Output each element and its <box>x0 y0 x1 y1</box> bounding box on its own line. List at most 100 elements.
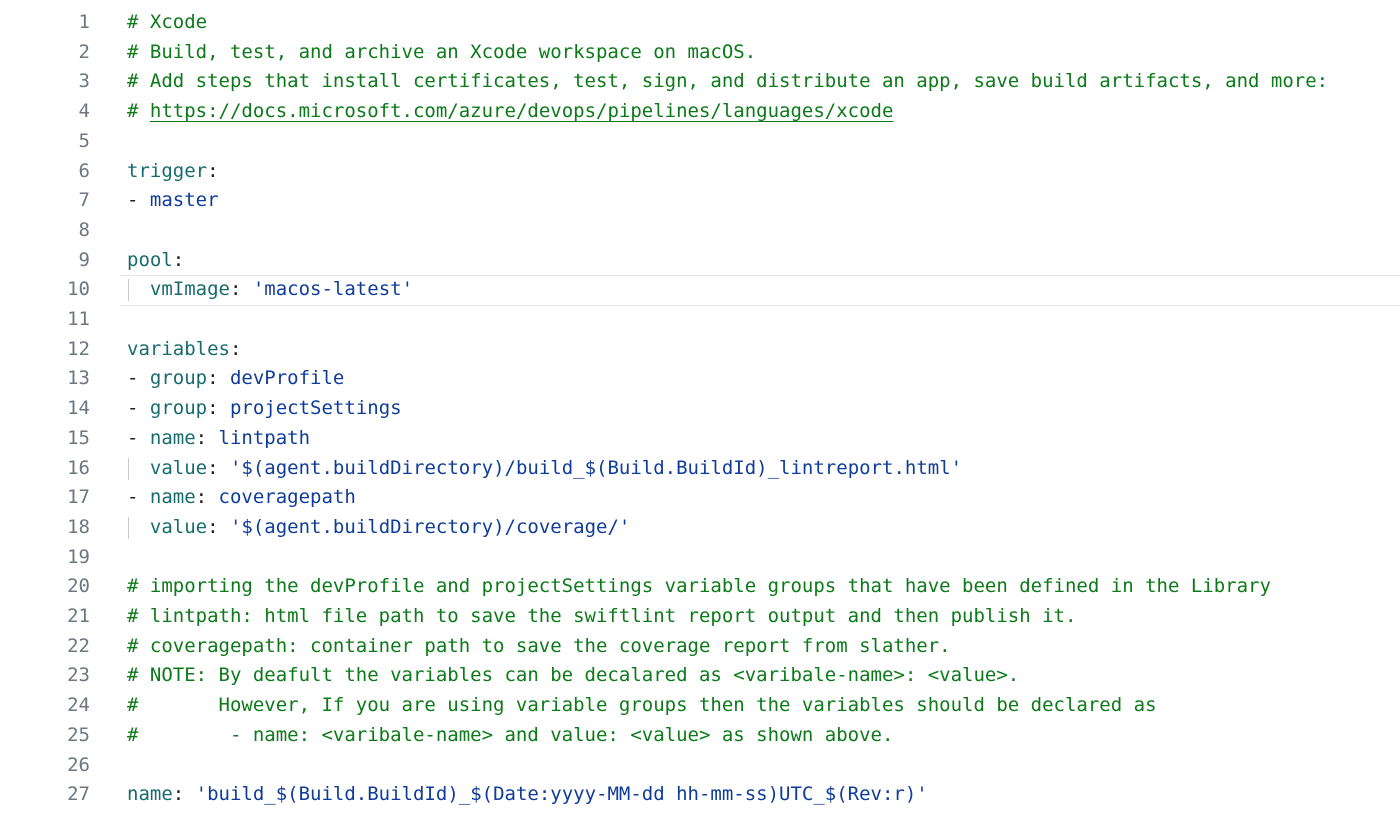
code-text[interactable]: # https://docs.microsoft.com/azure/devop… <box>127 97 893 127</box>
code-punctuation: - <box>127 426 150 449</box>
code-line[interactable]: 10 vmImage: 'macos-latest' <box>0 275 1400 307</box>
code-line[interactable]: 16 value: '$(agent.buildDirectory)/build… <box>0 454 1400 484</box>
code-punctuation: : <box>229 278 253 301</box>
code-line[interactable]: 14 - group: projectSettings <box>0 394 1400 424</box>
code-key: name <box>149 426 196 449</box>
code-text[interactable]: # Add steps that install certificates, t… <box>127 67 1328 97</box>
line-number: 17 <box>67 486 90 509</box>
code-comment: # <box>127 100 150 123</box>
code-text[interactable]: - group: devProfile <box>127 364 344 394</box>
line-number: 4 <box>78 100 90 123</box>
code-line[interactable]: 27 name: 'build_$(Build.BuildId)_$(Date:y… <box>0 780 1400 810</box>
line-number: 6 <box>78 159 90 182</box>
code-punctuation: - <box>127 397 150 420</box>
code-value: '$(agent.buildDirectory)/coverage/' <box>229 515 631 538</box>
code-line[interactable]: 18 value: '$(agent.buildDirectory)/cover… <box>0 513 1400 543</box>
code-comment: # NOTE: By deafult the variables can be … <box>127 664 1020 687</box>
code-link[interactable]: https://docs.microsoft.com/azure/devops/… <box>150 100 894 122</box>
code-line[interactable]: 7 - master <box>0 186 1400 216</box>
code-text[interactable]: # - name: <varibale-name> and value: <va… <box>127 721 893 751</box>
line-number: 15 <box>67 426 90 449</box>
code-comment: # - name: <varibale-name> and value: <va… <box>127 723 894 746</box>
code-editor[interactable]: 1 # Xcode 2 # Build, test, and archive an X… <box>0 0 1400 818</box>
code-key: group <box>149 397 208 420</box>
code-text[interactable]: pool: <box>127 246 184 276</box>
code-line[interactable]: 2 # Build, test, and archive an Xcode wor… <box>0 38 1400 68</box>
code-key: variables <box>127 337 230 360</box>
code-text[interactable]: value: '$(agent.buildDirectory)/build_$(… <box>127 454 962 484</box>
code-punctuation: : <box>172 783 196 806</box>
code-value: lintpath <box>218 426 311 449</box>
code-text[interactable]: # importing the devProfile and projectSe… <box>127 572 1271 602</box>
code-line[interactable]: 21 # lintpath: html file path to save the… <box>0 602 1400 632</box>
code-key: group <box>149 367 208 390</box>
line-number: 26 <box>67 753 90 776</box>
code-value: master <box>149 189 219 212</box>
code-line[interactable]: 6 trigger: <box>0 157 1400 187</box>
code-value: '$(agent.buildDirectory)/build_$(Build.B… <box>229 456 963 479</box>
code-line[interactable]: 5 <box>0 127 1400 157</box>
code-text[interactable]: - master <box>127 186 219 216</box>
code-line[interactable]: 9 pool: <box>0 246 1400 276</box>
code-comment: # coveragepath: container path to save t… <box>127 634 951 657</box>
code-line[interactable]: 25 # - name: <varibale-name> and value: <… <box>0 721 1400 751</box>
code-text[interactable]: # coveragepath: container path to save t… <box>127 632 951 662</box>
code-comment: # lintpath: html file path to save the s… <box>127 605 1077 627</box>
code-text[interactable]: name: 'build_$(Build.BuildId)_$(Date:yyy… <box>127 780 928 810</box>
line-number: 23 <box>67 664 90 687</box>
code-line[interactable]: 23 # NOTE: By deafult the variables can b… <box>0 661 1400 691</box>
line-number: 27 <box>67 783 90 806</box>
code-line[interactable]: 17 - name: coveragepath <box>0 483 1400 513</box>
line-number: 18 <box>67 515 90 538</box>
code-line[interactable]: 3 # Add steps that install certificates, … <box>0 67 1400 97</box>
code-key: name <box>149 486 196 509</box>
code-text[interactable]: - group: projectSettings <box>127 394 402 424</box>
code-line[interactable]: 22 # coveragepath: container path to save… <box>0 632 1400 662</box>
code-text[interactable]: # lintpath: html file path to save the s… <box>127 602 1076 632</box>
code-text[interactable]: variables: <box>127 335 241 365</box>
code-text[interactable]: - name: lintpath <box>127 424 310 454</box>
line-number: 12 <box>67 337 90 360</box>
code-punctuation: : <box>207 159 219 182</box>
line-number: 1 <box>78 11 90 33</box>
line-number: 22 <box>67 634 90 657</box>
line-number: 7 <box>78 189 90 212</box>
code-text[interactable]: # NOTE: By deafult the variables can be … <box>127 661 1019 691</box>
code-text[interactable]: vmImage: 'macos-latest' <box>127 275 413 305</box>
line-number: 10 <box>67 278 90 301</box>
line-number: 2 <box>78 40 90 63</box>
code-punctuation <box>127 278 150 300</box>
code-value: 'build_$(Build.BuildId)_$(Date:yyyy-MM-d… <box>195 783 928 806</box>
code-key: pool <box>127 248 173 271</box>
code-text[interactable]: # Build, test, and archive an Xcode work… <box>127 38 756 68</box>
line-number: 3 <box>78 70 90 93</box>
code-line[interactable]: 8 <box>0 216 1400 246</box>
line-number: 5 <box>78 129 90 152</box>
code-line[interactable]: 13 - group: devProfile <box>0 364 1400 394</box>
code-line[interactable]: 26 <box>0 751 1400 781</box>
line-number: 8 <box>78 218 90 241</box>
code-line[interactable]: 11 <box>0 305 1400 335</box>
code-line[interactable]: 12 variables: <box>0 335 1400 365</box>
code-text[interactable]: trigger: <box>127 157 219 187</box>
code-punctuation <box>127 457 150 479</box>
code-text[interactable]: value: '$(agent.buildDirectory)/coverage… <box>127 513 630 543</box>
code-key: trigger <box>127 159 208 182</box>
code-text[interactable]: # Xcode <box>127 8 207 38</box>
code-line[interactable]: 20 # importing the devProfile and project… <box>0 572 1400 602</box>
code-line[interactable]: 19 <box>0 543 1400 573</box>
code-punctuation: : <box>195 426 219 449</box>
code-key: name <box>127 783 173 806</box>
code-punctuation: : <box>207 397 230 420</box>
code-line[interactable]: 15 - name: lintpath <box>0 424 1400 454</box>
code-line[interactable]: 24 # However, If you are using variable g… <box>0 691 1400 721</box>
code-line[interactable]: 4 # https://docs.microsoft.com/azure/devo… <box>0 97 1400 127</box>
code-value: 'macos-latest' <box>252 278 414 301</box>
code-punctuation: - <box>127 189 150 212</box>
code-punctuation: - <box>127 367 150 390</box>
code-key: vmImage <box>149 278 230 301</box>
code-line[interactable]: 1 # Xcode <box>0 8 1400 38</box>
code-text[interactable]: - name: coveragepath <box>127 483 356 513</box>
code-text[interactable]: # However, If you are using variable gro… <box>127 691 1157 721</box>
line-number: 24 <box>67 694 90 717</box>
